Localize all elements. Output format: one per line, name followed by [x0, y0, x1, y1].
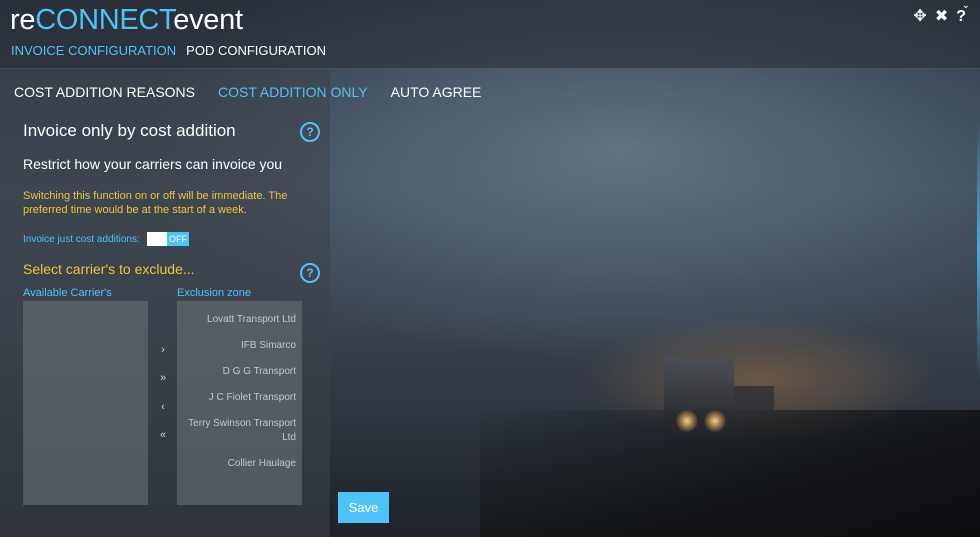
help-icon[interactable]: ?	[956, 8, 966, 26]
app-title-accent: CONNECT	[35, 4, 174, 36]
list-item[interactable]: J C Fiolet Transport	[177, 391, 302, 405]
app-title-suffix: event	[173, 4, 243, 36]
background-trailer	[734, 386, 774, 418]
app-title-prefix: re	[10, 4, 36, 36]
tab-cost-addition-reasons[interactable]: COST ADDITION REASONS	[14, 84, 195, 100]
tab-cost-addition-only[interactable]: COST ADDITION ONLY	[218, 84, 368, 100]
list-item[interactable]: Collier Haulage	[177, 457, 302, 471]
toggle-label: Invoice just cost additions:	[23, 234, 140, 245]
list-item[interactable]: Terry Swinson Transport Ltd	[177, 417, 302, 445]
exclude-title: Select carrier's to exclude...	[23, 261, 195, 277]
exclusion-zone-header: Exclusion zone	[177, 287, 251, 299]
app-header: reCONNECTevent INVOICE CONFIGURATION POD…	[0, 0, 980, 69]
list-item[interactable]: D G G Transport	[177, 365, 302, 379]
list-item[interactable]: Lovatt Transport Ltd	[177, 313, 302, 327]
nav-invoice-configuration[interactable]: INVOICE CONFIGURATION	[11, 43, 176, 58]
window-controls: ✥ ✖ ?	[913, 8, 966, 26]
tab-auto-agree[interactable]: AUTO AGREE	[391, 84, 482, 100]
save-button[interactable]: Save	[338, 492, 389, 523]
move-icon[interactable]: ✥	[913, 8, 926, 26]
exclusion-zone-list[interactable]: Lovatt Transport Ltd IFB Simarco D G G T…	[177, 301, 302, 505]
background-headlight	[676, 410, 698, 432]
sub-tabs: COST ADDITION REASONS COST ADDITION ONLY…	[14, 84, 481, 100]
app-title: reCONNECTevent	[10, 4, 243, 37]
move-all-left-button[interactable]: «	[152, 425, 174, 445]
move-all-right-button[interactable]: »	[152, 368, 174, 388]
background-headlight	[704, 410, 726, 432]
invoice-cost-additions-toggle[interactable]: OFF	[147, 232, 189, 246]
toggle-knob	[147, 232, 167, 246]
list-item[interactable]: IFB Simarco	[177, 339, 302, 353]
top-nav: INVOICE CONFIGURATION POD CONFIGURATION	[11, 43, 326, 58]
warning-text: Switching this function on or off will b…	[23, 190, 288, 216]
background-road	[480, 410, 980, 537]
move-left-button[interactable]: ‹	[152, 397, 174, 417]
restrict-text: Restrict how your carriers can invoice y…	[23, 156, 283, 172]
move-right-button[interactable]: ›	[152, 340, 174, 360]
toggle-state: OFF	[169, 234, 187, 244]
help-icon[interactable]: ?	[300, 263, 320, 283]
nav-pod-configuration[interactable]: POD CONFIGURATION	[186, 43, 326, 58]
close-icon[interactable]: ✖	[935, 8, 948, 26]
available-carriers-list[interactable]	[23, 301, 148, 505]
section-title: Invoice only by cost addition	[23, 121, 236, 140]
help-icon[interactable]: ?	[300, 122, 320, 142]
available-carriers-header: Available Carrier's	[23, 287, 112, 299]
